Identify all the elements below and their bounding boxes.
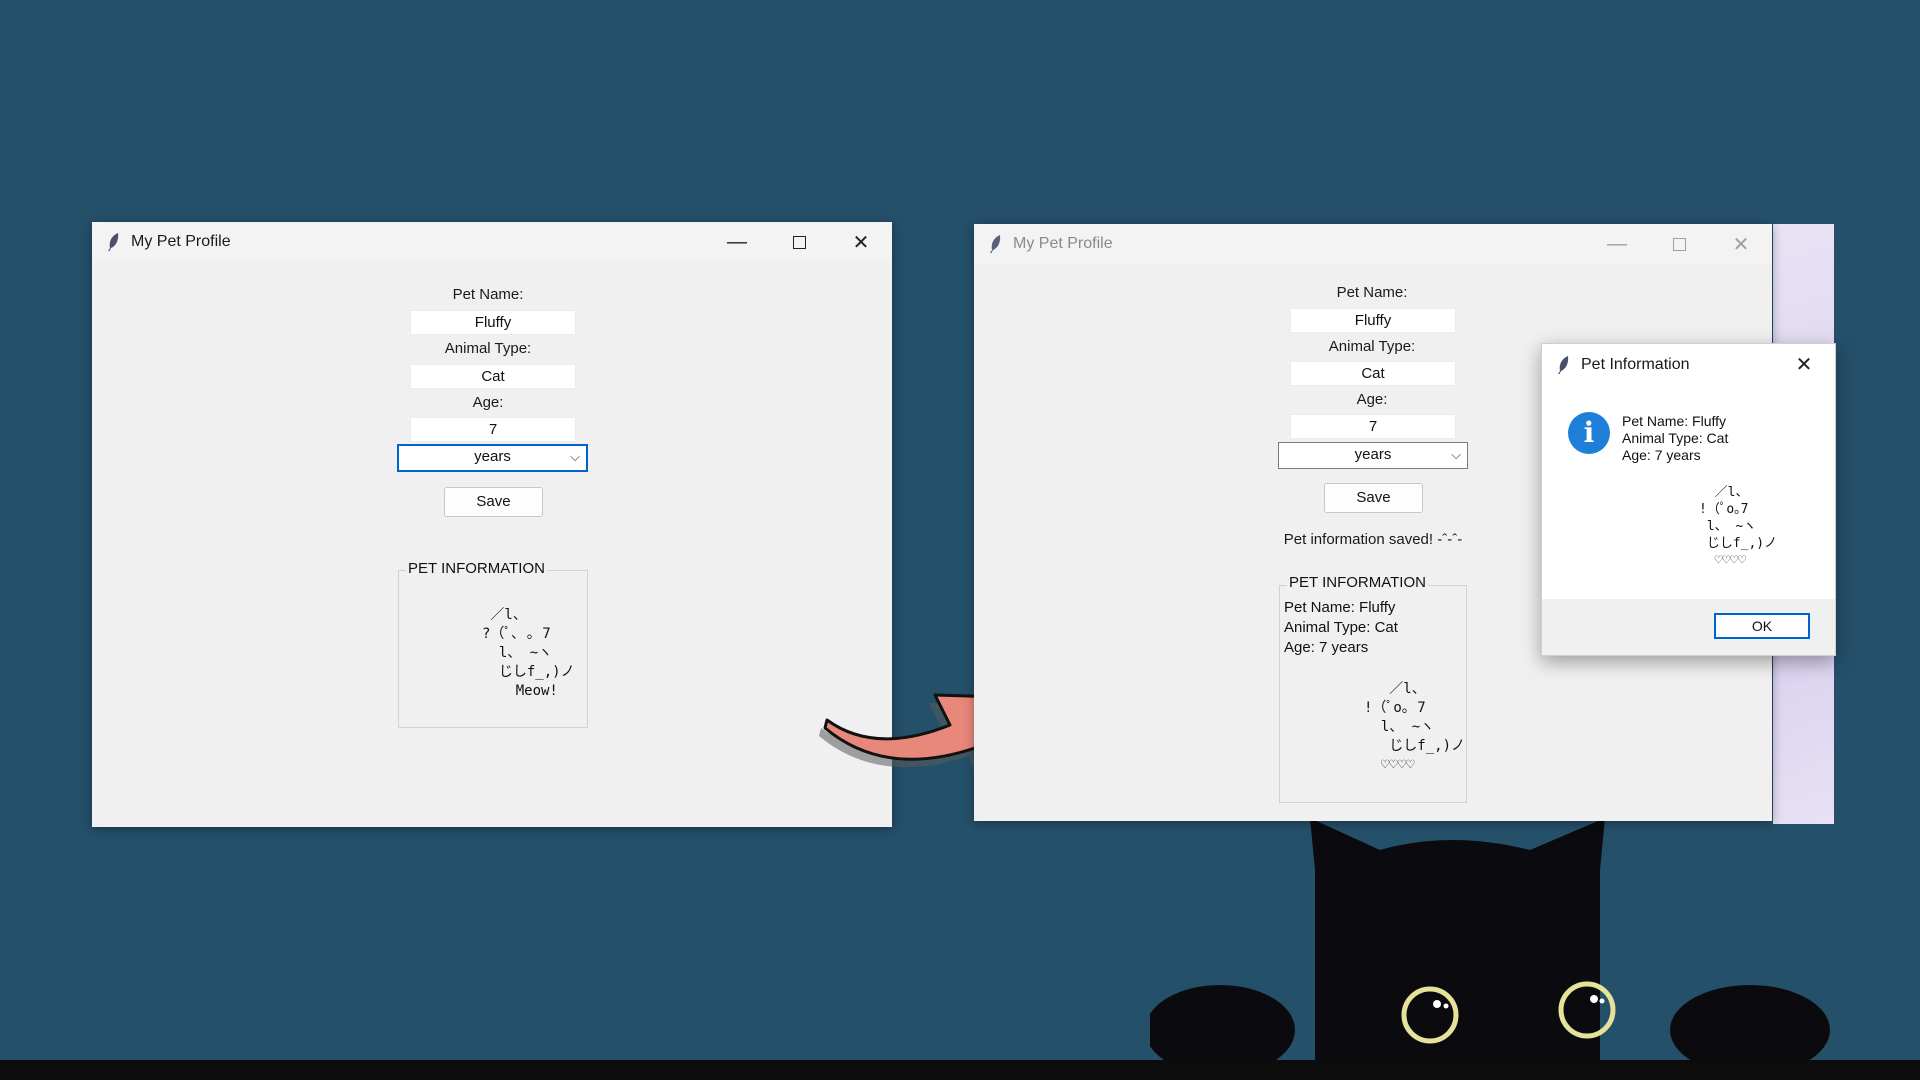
info-icon: i [1568, 412, 1610, 454]
info-age: Age: 7 years [1284, 639, 1369, 656]
minimize-button[interactable]: — [1586, 224, 1648, 264]
cat-ascii-art: ／l、 ?（ﾟ､ ｡ 7 l、 ~ヽ じしf_,)ノ Meow! [482, 607, 575, 699]
maximize-button[interactable] [1648, 224, 1710, 264]
close-icon: ✕ [1732, 233, 1750, 256]
window-titlebar: My Pet Profile — ✕ [974, 224, 1772, 264]
maximize-icon [1672, 237, 1686, 251]
dialog-footer: OK [1542, 599, 1835, 655]
dialog-title: Pet Information [1581, 356, 1690, 373]
dialog-animal-type: Animal Type: Cat [1622, 430, 1729, 446]
window-title: My Pet Profile [1013, 235, 1113, 252]
minimize-icon: — [1607, 232, 1627, 255]
maximize-icon [792, 235, 806, 249]
close-button[interactable]: ✕ [830, 222, 892, 262]
pet-name-input[interactable]: Fluffy [1290, 308, 1456, 333]
animal-type-input[interactable]: Cat [1290, 361, 1456, 386]
pet-name-input[interactable]: Fluffy [410, 310, 576, 335]
maximize-button[interactable] [768, 222, 830, 262]
ok-button[interactable]: OK [1714, 613, 1810, 639]
pet-information-frame-title: PET INFORMATION [406, 560, 547, 577]
age-unit-value: years [1354, 446, 1392, 463]
pet-name-label: Pet Name: [1336, 284, 1408, 301]
close-button[interactable]: ✕ [1710, 224, 1772, 264]
animal-type-label: Animal Type: [1328, 338, 1416, 355]
age-label: Age: [472, 394, 504, 411]
minimize-icon: — [727, 230, 747, 253]
taskbar-strip [0, 1060, 1920, 1080]
save-status-message: Pet information saved! -ˆ-ˆ- [1283, 531, 1463, 548]
window-title: My Pet Profile [131, 233, 231, 250]
chevron-down-icon: ⌵ [570, 449, 580, 464]
feather-icon [990, 235, 1001, 253]
info-pet-name: Pet Name: Fluffy [1284, 599, 1396, 616]
age-label: Age: [1356, 391, 1388, 408]
pet-information-dialog: Pet Information ✕ i Pet Name: Fluffy Ani… [1541, 343, 1836, 656]
animal-type-label: Animal Type: [444, 340, 532, 357]
pet-profile-window-left: My Pet Profile — ✕ Pet Name: Fluffy Anim… [92, 222, 892, 827]
save-button[interactable]: Save [444, 487, 543, 517]
dialog-cat-ascii-art: ／l、 !（ﾟo｡7 l、 ~ヽ じしf_,)ノ ♡♡♡♡ [1699, 485, 1778, 568]
window-titlebar: My Pet Profile — ✕ [92, 222, 892, 262]
animal-type-input[interactable]: Cat [410, 364, 576, 389]
age-unit-select[interactable]: years ⌵ [1278, 442, 1468, 469]
dialog-message: Pet Name: Fluffy Animal Type: Cat Age: 7… [1622, 413, 1728, 464]
chevron-down-icon: ⌵ [1451, 447, 1461, 462]
feather-icon [1558, 356, 1569, 374]
save-button[interactable]: Save [1324, 483, 1423, 513]
close-icon: ✕ [852, 231, 870, 254]
pet-information-frame-title: PET INFORMATION [1287, 574, 1428, 591]
info-animal-type: Animal Type: Cat [1284, 619, 1398, 636]
dialog-age: Age: 7 years [1622, 447, 1701, 463]
minimize-button[interactable]: — [706, 222, 768, 262]
age-input[interactable]: 7 [1290, 414, 1456, 439]
dialog-close-button[interactable]: ✕ [1773, 344, 1835, 384]
close-icon: ✕ [1795, 353, 1813, 376]
age-unit-select[interactable]: years ⌵ [397, 444, 588, 472]
black-cat-illustration [1150, 818, 1830, 1060]
pet-name-label: Pet Name: [452, 286, 524, 303]
age-input[interactable]: 7 [410, 417, 576, 442]
dialog-pet-name: Pet Name: Fluffy [1622, 413, 1727, 429]
age-unit-value: years [474, 448, 511, 465]
cat-ascii-art: ／l、 !（ﾟo｡ 7 l、 ~ヽ じしf_,)ノ ♡♡♡♡ [1364, 681, 1466, 773]
dialog-titlebar: Pet Information ✕ [1542, 344, 1835, 386]
feather-icon [108, 233, 119, 251]
